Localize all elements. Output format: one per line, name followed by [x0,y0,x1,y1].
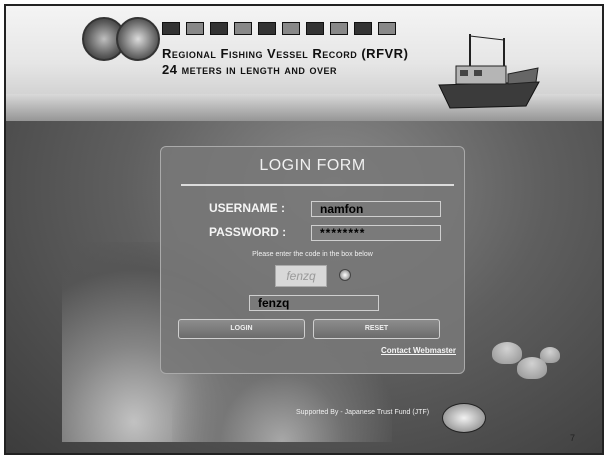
flag-icon [186,22,204,35]
slide-page-number: 7 [570,433,576,443]
password-input[interactable]: ******** [311,225,441,241]
fishing-boat-icon [438,34,540,109]
title-divider [181,184,454,186]
username-input[interactable]: namfon [311,201,441,217]
jellyfish-icon [540,347,560,363]
reset-button[interactable]: RESET [313,319,440,339]
flag-icon [378,22,396,35]
flag-icon [210,22,228,35]
captcha-image: fenzq [275,265,327,287]
captcha-input[interactable]: fenzq [249,295,379,311]
flag-icon [330,22,348,35]
site-subtitle: 24 meters in length and over [162,62,338,77]
username-label: USERNAME : [209,201,286,215]
page-frame: Regional Fishing Vessel Record (RFVR) 24… [4,4,604,455]
jellyfish-icon [492,342,522,364]
password-label: PASSWORD : [209,225,287,239]
flag-icon [258,22,276,35]
jtf-logo [442,403,486,433]
member-flags [162,22,396,35]
login-form: LOGIN FORM USERNAME : namfon PASSWORD : … [160,146,465,374]
flag-icon [282,22,300,35]
flag-icon [354,22,372,35]
seafdec-logo-icon [116,17,160,61]
supported-by-text: Supported By - Japanese Trust Fund (JTF) [296,409,430,416]
refresh-captcha-icon[interactable] [339,269,351,281]
flag-icon [162,22,180,35]
site-title: Regional Fishing Vessel Record (RFVR) [162,46,409,61]
contact-webmaster-link[interactable]: Contact Webmaster [381,346,456,355]
flag-icon [234,22,252,35]
login-form-title: LOGIN FORM [259,157,366,174]
flag-icon [306,22,324,35]
captcha-hint: Please enter the code in the box below [252,251,373,258]
login-button[interactable]: LOGIN [178,319,305,339]
